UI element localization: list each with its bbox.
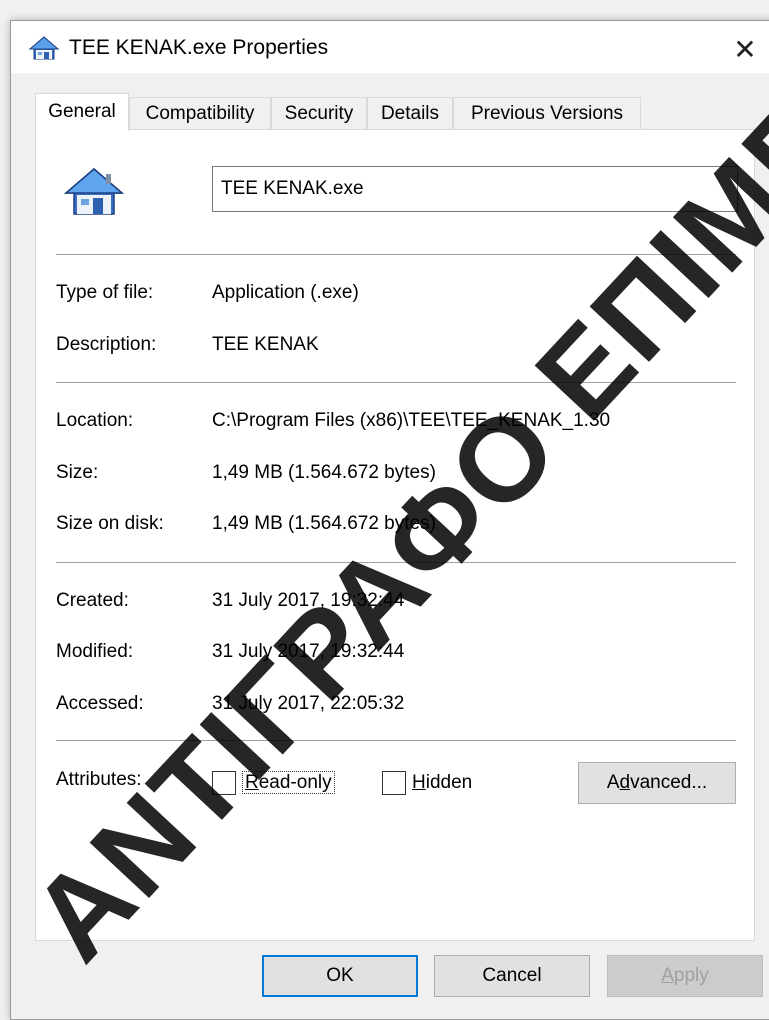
advanced-button[interactable]: Ad vanced... <box>578 762 736 804</box>
focus-indicator: Read-only <box>242 771 335 794</box>
tab-previous-versions[interactable]: Previous Versions <box>453 97 641 130</box>
location-value: C:\Program Files (x86)\TEE\TEE_KENAK_1.3… <box>212 410 611 431</box>
house-icon <box>64 168 124 215</box>
properties-window: TEE KENAK.exe Properties ✕ General Compa… <box>10 20 769 1020</box>
tab-label: Security <box>284 103 354 124</box>
accessed-value: 31 July 2017, 22:05:32 <box>212 693 405 714</box>
ok-button[interactable]: OK <box>262 955 418 997</box>
modified-value: 31 July 2017, 19:32:44 <box>212 641 405 662</box>
readonly-checkbox[interactable] <box>212 771 236 795</box>
modified-label: Modified: <box>56 641 134 662</box>
mnemonic-letter: A <box>661 965 674 986</box>
tab-label: Compatibility <box>145 103 255 124</box>
label-text: OK <box>326 965 354 986</box>
size-on-disk-value: 1,49 MB (1.564.672 bytes) <box>212 513 436 534</box>
label-text: Cancel <box>482 965 542 986</box>
mnemonic-letter: d <box>619 772 631 793</box>
created-value: 31 July 2017, 19:32:44 <box>212 590 405 611</box>
tab-label: Details <box>380 103 440 124</box>
separator <box>56 562 736 563</box>
apply-button[interactable]: Apply <box>607 955 763 997</box>
created-label: Created: <box>56 590 129 611</box>
label-text: pply <box>673 965 709 986</box>
label-text: A <box>606 772 620 793</box>
size-on-disk-label: Size on disk: <box>56 513 164 534</box>
tab-security[interactable]: Security <box>271 97 367 130</box>
title-bar[interactable]: TEE KENAK.exe Properties ✕ <box>11 21 769 73</box>
label-text: idden <box>425 772 473 793</box>
label-text: vanced... <box>630 772 708 793</box>
description-value: TEE KENAK <box>212 334 319 355</box>
mnemonic-letter: R <box>245 772 259 793</box>
size-label: Size: <box>56 462 99 483</box>
mnemonic-letter: H <box>412 772 426 793</box>
size-value: 1,49 MB (1.564.672 bytes) <box>212 462 436 483</box>
separator <box>56 740 736 741</box>
type-of-file-label: Type of file: <box>56 282 154 303</box>
readonly-label[interactable]: Read-only <box>242 771 335 795</box>
file-name-input[interactable] <box>212 166 738 212</box>
tab-compatibility[interactable]: Compatibility <box>129 97 271 130</box>
hidden-checkbox[interactable] <box>382 771 406 795</box>
label-text: ead-only <box>258 772 332 793</box>
tab-label: Previous Versions <box>470 103 624 124</box>
type-of-file-value: Application (.exe) <box>212 282 359 303</box>
tab-general[interactable]: General <box>35 93 129 131</box>
description-label: Description: <box>56 334 157 355</box>
hidden-label[interactable]: Hidden <box>412 771 472 795</box>
separator <box>56 382 736 383</box>
general-panel: Type of file: Application (.exe) Descrip… <box>35 129 755 941</box>
accessed-label: Accessed: <box>56 693 144 714</box>
close-icon: ✕ <box>733 33 757 65</box>
tab-details[interactable]: Details <box>367 97 453 130</box>
cancel-button[interactable]: Cancel <box>434 955 590 997</box>
house-icon <box>29 36 59 60</box>
location-label: Location: <box>56 410 134 431</box>
window-title: TEE KENAK.exe Properties <box>69 36 329 59</box>
close-button[interactable]: ✕ <box>723 29 767 69</box>
tab-label: General <box>48 101 116 122</box>
attributes-label: Attributes: <box>56 769 142 790</box>
separator <box>56 254 736 255</box>
